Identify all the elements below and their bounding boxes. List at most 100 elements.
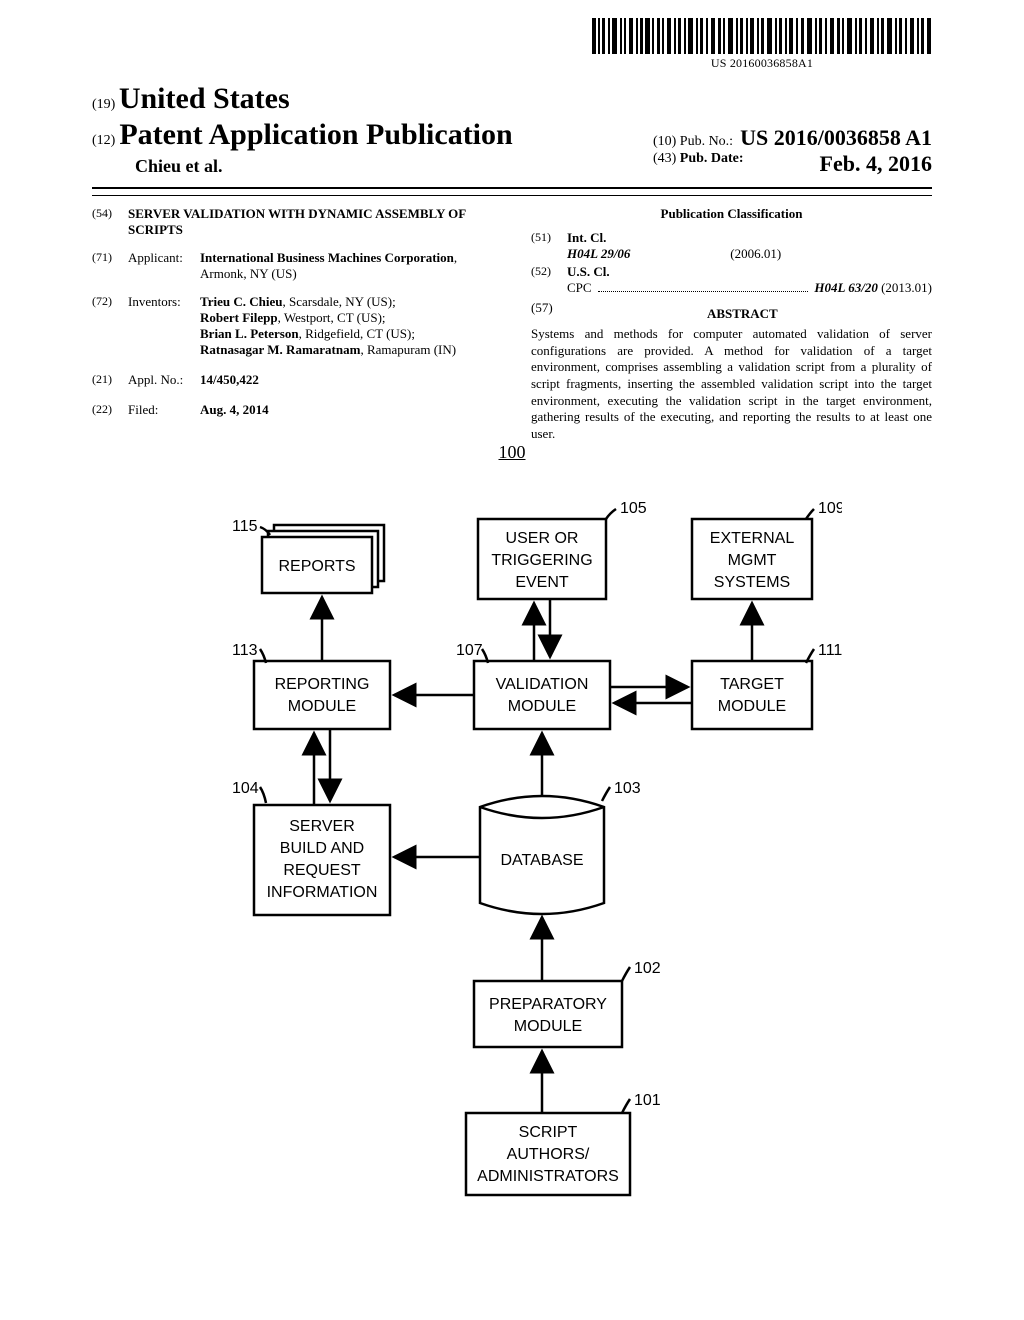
inventor-4-name: Ratnasagar M. Ramaratnam <box>200 342 360 357</box>
intcl-date: (2006.01) <box>730 246 781 261</box>
code-54: (54) <box>92 206 128 238</box>
divider-thick <box>92 187 932 189</box>
label-intcl: Int. Cl. <box>567 230 606 245</box>
box-ext-l1: EXTERNAL <box>710 530 795 547</box>
box-server-l1: SERVER <box>289 818 355 835</box>
barcode-number: US 20160036858A1 <box>592 56 932 71</box>
ref-103: 103 <box>614 780 641 797</box>
box-ext-l3: SYSTEMS <box>714 574 790 591</box>
pub-no-line: (10) Pub. No.: US 2016/0036858 A1 <box>653 125 932 151</box>
barcode-block: US 20160036858A1 <box>592 18 932 71</box>
pub-date-label: Pub. Date: <box>680 151 744 166</box>
box-target-l1: TARGET <box>720 676 784 693</box>
field-71: (71) Applicant: International Business M… <box>92 250 493 282</box>
cpc-value: H04L 63/20 <box>814 280 877 295</box>
pub-no-value: US 2016/0036858 A1 <box>740 125 932 150</box>
authors-line: Chieu et al. <box>135 156 513 177</box>
box-user-l1: USER OR <box>506 530 579 547</box>
pub-date-value: Feb. 4, 2016 <box>820 151 932 177</box>
code-57: (57) <box>531 300 553 326</box>
body-columns: (54) SERVER VALIDATION WITH DYNAMIC ASSE… <box>92 206 932 442</box>
box-target-l2: MODULE <box>718 698 786 715</box>
pub-line: (12) Patent Application Publication <box>92 118 513 152</box>
country-line: (19) United States <box>92 82 932 116</box>
applicant-value: International Business Machines Corporat… <box>200 250 493 282</box>
figure-diagram: REPORTS 115 REPORTING MODULE 113 SERV <box>182 485 842 1265</box>
code-71: (71) <box>92 250 128 282</box>
field-51: (51) Int. Cl. H04L 29/06 (2006.01) <box>531 230 932 262</box>
ref-104: 104 <box>232 780 259 797</box>
box-ext-l2: MGMT <box>728 552 777 569</box>
dots-icon <box>598 286 809 292</box>
inventor-2-loc: , Westport, CT (US); <box>278 310 386 325</box>
code-52: (52) <box>531 264 567 296</box>
invention-title: SERVER VALIDATION WITH DYNAMIC ASSEMBLY … <box>128 206 493 238</box>
applicant-name: International Business Machines Corporat… <box>200 250 454 265</box>
barcode-icon <box>592 18 932 54</box>
ref-101: 101 <box>634 1092 661 1109</box>
ref-107: 107 <box>456 642 483 659</box>
pub-no-label: Pub. No.: <box>680 134 733 149</box>
inventor-3-name: Brian L. Peterson <box>200 326 299 341</box>
code-10: (10) <box>653 134 676 149</box>
field-72: (72) Inventors: Trieu C. Chieu, Scarsdal… <box>92 294 493 358</box>
box-validation-l1: VALIDATION <box>496 676 589 693</box>
right-column: Publication Classification (51) Int. Cl.… <box>531 206 932 442</box>
ref-111: 111 <box>818 642 842 659</box>
box-script-l1: SCRIPT <box>519 1124 578 1141</box>
code-12: (12) <box>92 133 115 148</box>
figure-ref: 100 <box>92 442 932 463</box>
inventor-3-loc: , Ridgefield, CT (US); <box>299 326 415 341</box>
abstract-heading: ABSTRACT <box>553 306 932 322</box>
left-column: (54) SERVER VALIDATION WITH DYNAMIC ASSE… <box>92 206 493 442</box>
pub-class-heading: Publication Classification <box>531 206 932 222</box>
box-prep-l2: MODULE <box>514 1018 582 1035</box>
field-54: (54) SERVER VALIDATION WITH DYNAMIC ASSE… <box>92 206 493 238</box>
inventor-1-name: Trieu C. Chieu <box>200 294 282 309</box>
pub-type: Patent Application Publication <box>119 118 512 151</box>
label-filed: Filed: <box>128 402 200 418</box>
ref-115: 115 <box>232 518 258 535</box>
inventors-value: Trieu C. Chieu, Scarsdale, NY (US); Robe… <box>200 294 493 358</box>
label-inventors: Inventors: <box>128 294 200 358</box>
box-server-l2: BUILD AND <box>280 840 364 857</box>
cpc-date: (2013.01) <box>881 280 932 295</box>
code-21: (21) <box>92 372 128 388</box>
code-72: (72) <box>92 294 128 358</box>
field-57: (57) ABSTRACT <box>531 300 932 326</box>
label-applno: Appl. No.: <box>128 372 200 388</box>
code-51: (51) <box>531 230 567 262</box>
divider-thin <box>92 195 932 196</box>
box-database: DATABASE <box>501 852 584 869</box>
ref-102: 102 <box>634 960 661 977</box>
code-43: (43) <box>653 151 676 166</box>
code-22: (22) <box>92 402 128 418</box>
box-reporting-l1: REPORTING <box>275 676 370 693</box>
patent-page: US 20160036858A1 (19) United States (12)… <box>0 0 1024 1320</box>
cpc-label: CPC <box>567 280 592 296</box>
ref-109: 109 <box>818 500 842 517</box>
label-applicant: Applicant: <box>128 250 200 282</box>
box-user-l2: TRIGGERING <box>491 552 592 569</box>
pub-date-line: (43) Pub. Date: Feb. 4, 2016 <box>653 151 932 177</box>
box-validation-l2: MODULE <box>508 698 576 715</box>
svg-text:MODULE: MODULE <box>288 698 356 715</box>
code-19: (19) <box>92 97 115 112</box>
figure-wrap: 100 REPORTS 115 REPORTING <box>92 442 932 1265</box>
country-name: United States <box>119 82 290 115</box>
box-user-l3: EVENT <box>515 574 569 591</box>
box-script-l2: AUTHORS/ <box>507 1146 590 1163</box>
ref-113: 113 <box>232 642 258 659</box>
field-21: (21) Appl. No.: 14/450,422 <box>92 372 493 388</box>
box-reports-text: REPORTS <box>278 558 355 575</box>
inventor-1-loc: , Scarsdale, NY (US); <box>282 294 395 309</box>
ref-105: 105 <box>620 500 647 517</box>
box-reporting-l2: MODULE <box>288 698 356 715</box>
inventor-4-loc: , Ramapuram (IN) <box>360 342 456 357</box>
header: (19) United States (12) Patent Applicati… <box>92 82 932 177</box>
box-prep-l1: PREPARATORY <box>489 996 607 1013</box>
applno-value: 14/450,422 <box>200 372 259 387</box>
box-server-l4: INFORMATION <box>267 884 378 901</box>
field-52: (52) U.S. Cl. CPC H04L 63/20 (2013.01) <box>531 264 932 296</box>
box-server-l3: REQUEST <box>283 862 361 879</box>
